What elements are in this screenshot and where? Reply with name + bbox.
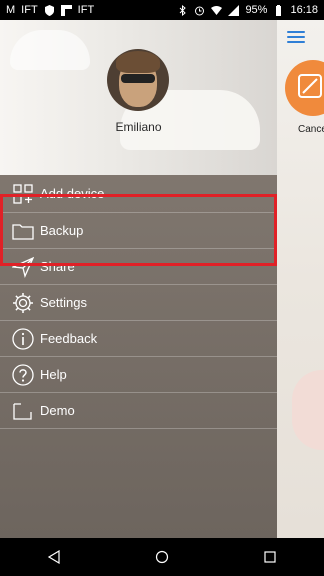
background-app: Cance [277,20,324,538]
folder-icon [12,220,34,242]
battery-icon [273,4,284,16]
shield-icon [44,4,55,16]
send-icon [12,256,34,278]
gear-icon [12,292,34,314]
menu-item-label: Backup [40,223,84,238]
help-icon [12,363,34,386]
menu-item-backup[interactable]: Backup [0,213,277,249]
cancel-label: Cance [298,124,324,135]
add-device-icon [12,183,34,205]
back-icon[interactable] [44,547,64,567]
menu-item-share[interactable]: Share [0,249,277,285]
header-decor [10,30,90,70]
menu-item-label: Help [40,367,67,382]
avatar-glasses [121,74,155,83]
bluetooth-icon [177,4,188,16]
menu-item-label: Feedback [40,331,98,346]
alarm-icon [194,5,205,16]
recents-icon[interactable] [260,547,280,567]
notification-m-icon: M [6,4,16,16]
hamburger-menu-icon[interactable] [287,31,305,43]
menu-item-help[interactable]: Help [0,357,277,393]
navigation-bar [0,538,324,576]
ifttt-icon: IFT [77,4,95,16]
menu-item-add-device[interactable]: Add device [0,175,277,213]
flipboard-icon [60,4,72,16]
status-right: 95% 16:18 [177,4,318,16]
signal-icon [228,4,240,16]
status-bar: M IFT IFT 95% 16:18 [0,0,324,20]
demo-icon [12,400,34,422]
status-left: M IFT IFT [6,4,94,16]
info-icon [12,327,34,350]
background-chair [292,370,324,450]
menu-item-settings[interactable]: Settings [0,285,277,321]
menu-item-feedback[interactable]: Feedback [0,321,277,357]
menu-item-label: Add device [40,186,105,201]
drawer-menu: Add device Backup Share Settings Feedbac… [0,175,277,429]
menu-item-label: Settings [40,295,87,310]
ifttt-icon: IFT [21,4,38,16]
menu-item-label: Share [40,259,75,274]
home-icon[interactable] [152,547,172,567]
avatar[interactable] [107,49,169,111]
wifi-icon [211,5,223,16]
profile-name: Emiliano [115,120,162,134]
drawer-header: Emiliano [0,20,277,175]
menu-item-demo[interactable]: Demo [0,393,277,429]
status-time: 16:18 [290,4,318,16]
battery-percent: 95% [245,4,268,16]
navigation-drawer: Emiliano Add device Backup Share Setting… [0,20,277,538]
avatar-hair [116,51,160,73]
cancel-button[interactable] [285,60,324,116]
menu-item-label: Demo [40,403,75,418]
